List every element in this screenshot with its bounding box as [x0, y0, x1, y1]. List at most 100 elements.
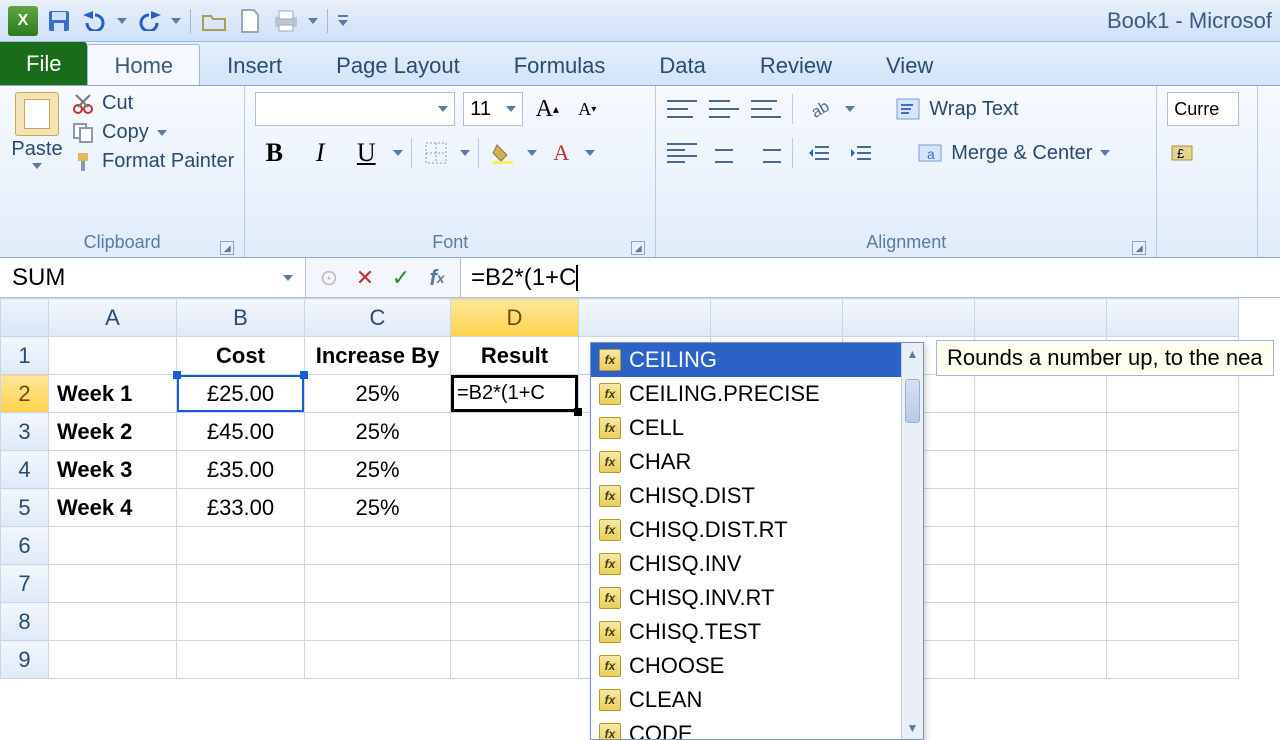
ac-item-chisqinvrt[interactable]: fxCHISQ.INV.RT: [591, 581, 923, 615]
row-header-1[interactable]: 1: [1, 337, 49, 375]
excel-logo[interactable]: X: [6, 5, 40, 37]
align-middle-button[interactable]: [708, 92, 740, 126]
align-left-button[interactable]: [666, 136, 698, 170]
underline-button[interactable]: U: [347, 136, 385, 170]
save-button[interactable]: [42, 5, 76, 37]
row-header-2[interactable]: 2: [1, 375, 49, 413]
tab-review[interactable]: Review: [733, 44, 859, 85]
col-header-a[interactable]: A: [49, 299, 177, 337]
accounting-format-button[interactable]: £: [1167, 136, 1199, 170]
new-button[interactable]: [233, 5, 267, 37]
redo-button[interactable]: [132, 5, 166, 37]
cell-d2-editing[interactable]: =B2*(1+C: [451, 375, 579, 413]
ac-item-choose[interactable]: fxCHOOSE: [591, 649, 923, 683]
paste-button[interactable]: [15, 92, 59, 136]
cell-b5[interactable]: £33.00: [177, 489, 305, 527]
ac-item-clean[interactable]: fxCLEAN: [591, 683, 923, 717]
font-size-combo[interactable]: 11: [463, 92, 523, 126]
redo-dropdown[interactable]: [168, 5, 184, 37]
paste-dropdown-icon[interactable]: [32, 163, 42, 169]
underline-dropdown[interactable]: [393, 150, 403, 156]
col-header-d[interactable]: D: [451, 299, 579, 337]
ac-item-chisqdistrt[interactable]: fxCHISQ.DIST.RT: [591, 513, 923, 547]
cell-c1[interactable]: Increase By: [305, 337, 451, 375]
tab-formulas[interactable]: Formulas: [487, 44, 633, 85]
cell-b4[interactable]: £35.00: [177, 451, 305, 489]
insert-function-button[interactable]: fx: [420, 261, 454, 295]
fill-color-dropdown[interactable]: [527, 150, 537, 156]
format-painter-button[interactable]: Format Painter: [72, 150, 234, 173]
cell-b3[interactable]: £45.00: [177, 413, 305, 451]
orientation-button[interactable]: ab: [803, 92, 835, 126]
qat-customize[interactable]: [334, 5, 352, 37]
cell-c3[interactable]: 25%: [305, 413, 451, 451]
align-center-button[interactable]: [708, 136, 740, 170]
align-top-button[interactable]: [666, 92, 698, 126]
ac-item-ceiling-precise[interactable]: fxCEILING.PRECISE: [591, 377, 923, 411]
copy-button[interactable]: Copy: [72, 121, 234, 144]
col-header-c[interactable]: C: [305, 299, 451, 337]
italic-button[interactable]: I: [301, 136, 339, 170]
clipboard-dialog-launcher[interactable]: ◢: [220, 241, 234, 255]
row-header-3[interactable]: 3: [1, 413, 49, 451]
wrap-text-button[interactable]: Wrap Text: [895, 97, 1018, 121]
merge-center-button[interactable]: a Merge & Center: [917, 141, 1110, 165]
select-all-corner[interactable]: [1, 299, 49, 337]
bold-button[interactable]: B: [255, 136, 293, 170]
row-header-4[interactable]: 4: [1, 451, 49, 489]
ac-item-char[interactable]: fxCHAR: [591, 445, 923, 479]
range-finder-icon[interactable]: ⊙: [312, 261, 346, 295]
tab-insert[interactable]: Insert: [200, 44, 309, 85]
alignment-dialog-launcher[interactable]: ◢: [1132, 241, 1146, 255]
undo-dropdown[interactable]: [114, 5, 130, 37]
col-header-b[interactable]: B: [177, 299, 305, 337]
align-right-button[interactable]: [750, 136, 782, 170]
cut-button[interactable]: Cut: [72, 92, 234, 115]
font-dialog-launcher[interactable]: ◢: [631, 241, 645, 255]
cell-d1[interactable]: Result: [451, 337, 579, 375]
decrease-indent-button[interactable]: [803, 136, 835, 170]
name-box[interactable]: SUM: [0, 258, 306, 297]
row-header-5[interactable]: 5: [1, 489, 49, 527]
formula-input[interactable]: =B2*(1+C: [460, 258, 1280, 297]
borders-button[interactable]: [420, 136, 452, 170]
print-dropdown[interactable]: [305, 5, 321, 37]
tab-data[interactable]: Data: [632, 44, 732, 85]
scroll-thumb[interactable]: [905, 379, 920, 423]
tab-view[interactable]: View: [859, 44, 960, 85]
ac-item-chisqtest[interactable]: fxCHISQ.TEST: [591, 615, 923, 649]
col-header-e[interactable]: [579, 299, 711, 337]
fill-color-button[interactable]: [487, 136, 519, 170]
scroll-down-button[interactable]: ▼: [902, 717, 923, 739]
ac-item-cell[interactable]: fxCELL: [591, 411, 923, 445]
ac-item-chisqinv[interactable]: fxCHISQ.INV: [591, 547, 923, 581]
shrink-font-button[interactable]: A▾: [571, 92, 603, 126]
font-name-combo[interactable]: [255, 92, 455, 126]
tab-file[interactable]: File: [0, 42, 87, 85]
ac-item-ceiling[interactable]: fxCEILING: [591, 343, 923, 377]
align-bottom-button[interactable]: [750, 92, 782, 126]
open-button[interactable]: [197, 5, 231, 37]
col-header-f[interactable]: [711, 299, 843, 337]
increase-indent-button[interactable]: [845, 136, 877, 170]
cell-a2[interactable]: Week 1: [49, 375, 177, 413]
cell-c2[interactable]: 25%: [305, 375, 451, 413]
print-button[interactable]: [269, 5, 303, 37]
borders-dropdown[interactable]: [460, 150, 470, 156]
cell-a3[interactable]: Week 2: [49, 413, 177, 451]
number-format-combo[interactable]: Curre: [1167, 92, 1239, 126]
ac-scrollbar[interactable]: ▲ ▼: [901, 343, 923, 739]
ac-item-chisqdist[interactable]: fxCHISQ.DIST: [591, 479, 923, 513]
cell-b1[interactable]: Cost: [177, 337, 305, 375]
cell-c5[interactable]: 25%: [305, 489, 451, 527]
enter-button[interactable]: ✓: [384, 261, 418, 295]
cell-c4[interactable]: 25%: [305, 451, 451, 489]
cell-b2[interactable]: £25.00: [177, 375, 305, 413]
orientation-dropdown[interactable]: [845, 106, 855, 112]
cancel-button[interactable]: ✕: [348, 261, 382, 295]
cell-a5[interactable]: Week 4: [49, 489, 177, 527]
font-color-button[interactable]: A: [545, 136, 577, 170]
undo-button[interactable]: [78, 5, 112, 37]
tab-page-layout[interactable]: Page Layout: [309, 44, 487, 85]
tab-home[interactable]: Home: [87, 44, 200, 85]
